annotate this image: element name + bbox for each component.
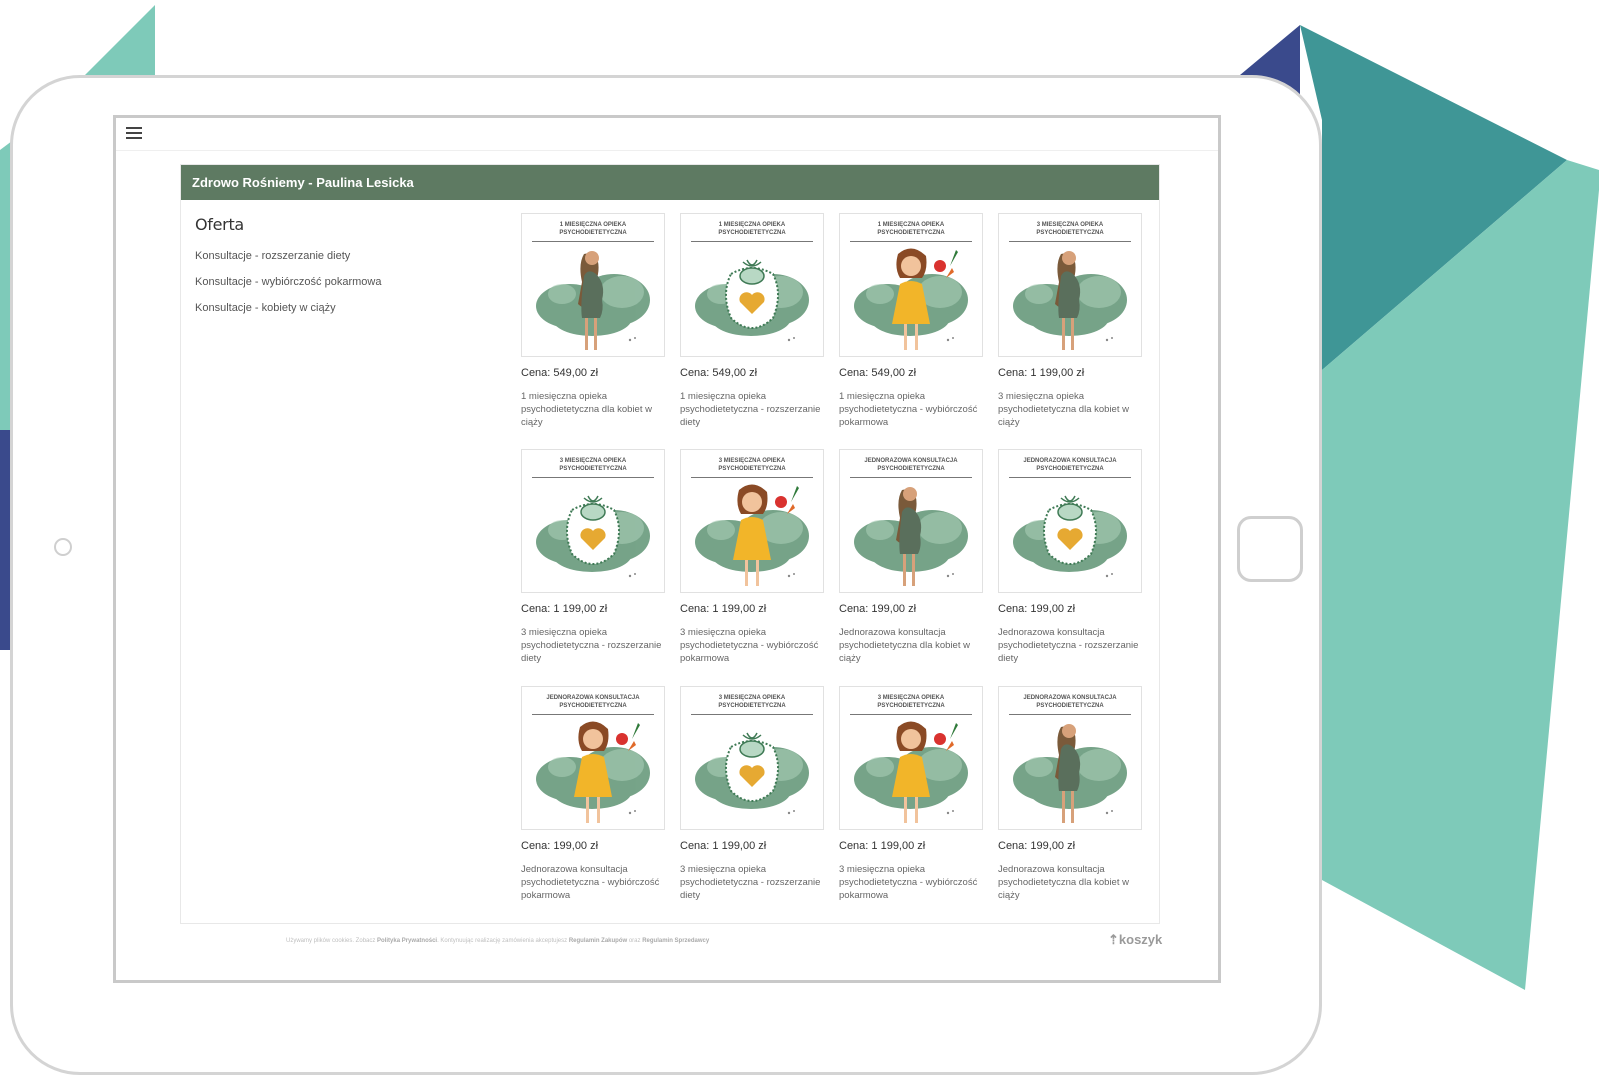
shop-container: Zdrowo Rośniemy - Paulina Lesicka Oferta… bbox=[180, 164, 1160, 924]
product-card[interactable]: Jednorazowa konsultacja psychodietetyczn… bbox=[521, 686, 667, 902]
product-price: Cena: 199,00 zł bbox=[521, 840, 599, 852]
product-price: Cena: 199,00 zł bbox=[998, 840, 1076, 852]
product-name[interactable]: 3 miesięczna opieka psychodietetyczna - … bbox=[839, 863, 985, 902]
product-image[interactable]: Jednorazowa konsultacja psychodietetyczn… bbox=[998, 686, 1142, 830]
product-price: Cena: 549,00 zł bbox=[680, 367, 758, 379]
cookie-text-2: . Kontynuując realizację zamówienia akce… bbox=[437, 938, 568, 944]
shop-title: Zdrowo Rośniemy - Paulina Lesicka bbox=[181, 165, 1159, 200]
cookie-notice: Używamy plików cookies. Zobacz Polityka … bbox=[286, 938, 709, 944]
product-name[interactable]: Jednorazowa konsultacja psychodietetyczn… bbox=[998, 626, 1144, 665]
product-image[interactable]: Jednorazowa konsultacja psychodietetyczn… bbox=[998, 449, 1142, 593]
product-name[interactable]: 3 miesięczna opieka psychodietetyczna dl… bbox=[998, 390, 1144, 429]
top-bar bbox=[116, 118, 1218, 151]
product-price: Cena: 199,00 zł bbox=[998, 603, 1076, 615]
tablet-camera bbox=[54, 538, 72, 556]
product-card[interactable]: 3 miesięczna opieka psychodietetyczna Cen… bbox=[680, 686, 826, 902]
product-price: Cena: 1 199,00 zł bbox=[521, 603, 608, 615]
product-card[interactable]: 1 miesięczna opieka psychodietetyczna Cen… bbox=[680, 213, 826, 429]
product-image[interactable]: 3 miesięczna opieka psychodietetyczna bbox=[521, 449, 665, 593]
product-image[interactable]: Jednorazowa konsultacja psychodietetyczn… bbox=[839, 449, 983, 593]
product-name[interactable]: 1 miesięczna opieka psychodietetyczna - … bbox=[839, 390, 985, 429]
product-name[interactable]: Jednorazowa konsultacja psychodietetyczn… bbox=[839, 626, 985, 665]
product-price: Cena: 1 199,00 zł bbox=[839, 840, 926, 852]
product-image[interactable]: 3 miesięczna opieka psychodietetyczna bbox=[839, 686, 983, 830]
logo-text: koszyk bbox=[1118, 932, 1163, 947]
product-name[interactable]: Jednorazowa konsultacja psychodietetyczn… bbox=[521, 863, 667, 902]
product-image[interactable]: Jednorazowa konsultacja psychodietetyczn… bbox=[521, 686, 665, 830]
product-price: Cena: 549,00 zł bbox=[839, 367, 917, 379]
product-image[interactable]: 1 miesięczna opieka psychodietetyczna bbox=[839, 213, 983, 357]
product-card[interactable]: 3 miesięczna opieka psychodietetyczna Cen… bbox=[998, 213, 1144, 429]
product-card[interactable]: 1 miesięczna opieka psychodietetyczna Cen… bbox=[839, 213, 985, 429]
product-name[interactable]: 3 miesięczna opieka psychodietetyczna - … bbox=[680, 863, 826, 902]
product-card[interactable]: Jednorazowa konsultacja psychodietetyczn… bbox=[998, 686, 1144, 902]
sidebar-heading: Oferta bbox=[195, 215, 244, 234]
cookie-text: Używamy plików cookies. Zobacz bbox=[286, 938, 376, 944]
product-image[interactable]: 3 miesięczna opieka psychodietetyczna bbox=[998, 213, 1142, 357]
category-link-wybiorczosc[interactable]: Konsultacje - wybiórczość pokarmowa bbox=[195, 276, 495, 288]
product-image[interactable]: 1 miesięczna opieka psychodietetyczna bbox=[521, 213, 665, 357]
terms-link[interactable]: Regulamin Zakupów bbox=[569, 938, 627, 944]
cookie-text-3: oraz bbox=[628, 938, 641, 944]
product-image[interactable]: 3 miesięczna opieka psychodietetyczna bbox=[680, 449, 824, 593]
product-image[interactable]: 3 miesięczna opieka psychodietetyczna bbox=[680, 686, 824, 830]
hamburger-menu-icon[interactable] bbox=[126, 127, 142, 141]
koszyk-logo[interactable]: ⇡koszyk bbox=[1108, 932, 1162, 948]
footer: Używamy plików cookies. Zobacz Polityka … bbox=[116, 932, 1218, 956]
product-name[interactable]: 1 miesięczna opieka psychodietetyczna dl… bbox=[521, 390, 667, 429]
product-price: Cena: 199,00 zł bbox=[839, 603, 917, 615]
category-link-ciaza[interactable]: Konsultacje - kobiety w ciąży bbox=[195, 302, 495, 314]
product-price: Cena: 1 199,00 zł bbox=[998, 367, 1085, 379]
product-price: Cena: 1 199,00 zł bbox=[680, 603, 767, 615]
product-image[interactable]: 1 miesięczna opieka psychodietetyczna bbox=[680, 213, 824, 357]
seller-terms-link[interactable]: Regulamin Sprzedawcy bbox=[642, 938, 709, 944]
product-name[interactable]: Jednorazowa konsultacja psychodietetyczn… bbox=[998, 863, 1144, 902]
category-sidebar: Oferta Konsultacje - rozszerzanie diety … bbox=[195, 215, 495, 328]
product-name[interactable]: 3 miesięczna opieka psychodietetyczna - … bbox=[521, 626, 667, 665]
tablet-home-button bbox=[1237, 516, 1303, 582]
product-card[interactable]: Jednorazowa konsultacja psychodietetyczn… bbox=[839, 449, 985, 665]
product-price: Cena: 1 199,00 zł bbox=[680, 840, 767, 852]
product-name[interactable]: 3 miesięczna opieka psychodietetyczna - … bbox=[680, 626, 826, 665]
product-price: Cena: 549,00 zł bbox=[521, 367, 599, 379]
tablet-screen: Zdrowo Rośniemy - Paulina Lesicka Oferta… bbox=[113, 115, 1221, 983]
product-card[interactable]: Jednorazowa konsultacja psychodietetyczn… bbox=[998, 449, 1144, 665]
product-card[interactable]: 3 miesięczna opieka psychodietetyczna Cen… bbox=[521, 449, 667, 665]
product-name[interactable]: 1 miesięczna opieka psychodietetyczna - … bbox=[680, 390, 826, 429]
product-card[interactable]: 3 miesięczna opieka psychodietetyczna Cen… bbox=[680, 449, 826, 665]
product-card[interactable]: 3 miesięczna opieka psychodietetyczna Cen… bbox=[839, 686, 985, 902]
category-link-rozszerzanie[interactable]: Konsultacje - rozszerzanie diety bbox=[195, 250, 495, 262]
privacy-policy-link[interactable]: Polityka Prywatności bbox=[377, 938, 437, 944]
product-card[interactable]: 1 miesięczna opieka psychodietetyczna Cen… bbox=[521, 213, 667, 429]
